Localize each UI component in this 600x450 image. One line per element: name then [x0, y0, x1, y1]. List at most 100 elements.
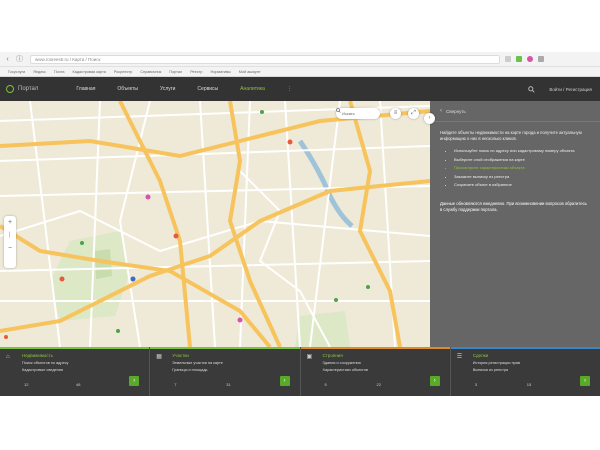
bookmark-item[interactable]: Мой аккаунт	[239, 70, 261, 74]
more-menu-icon[interactable]: ⋮	[287, 86, 292, 92]
map-marker[interactable]	[260, 110, 264, 114]
bookmark-item[interactable]: Госуслуги	[8, 70, 25, 74]
logo-text: Портал	[18, 86, 39, 92]
search-icon	[336, 108, 341, 113]
bookmark-item[interactable]: Справочник	[140, 70, 161, 74]
card-stat: 22	[376, 382, 381, 387]
map-marker[interactable]	[130, 276, 136, 282]
map-marker[interactable]	[287, 139, 293, 145]
map-marker[interactable]	[80, 241, 84, 245]
zoom-out-button[interactable]: −	[8, 242, 12, 255]
search-icon[interactable]	[528, 85, 535, 93]
logo[interactable]: Портал	[6, 85, 38, 93]
zoom-slider[interactable]: │	[8, 229, 11, 242]
browser-toolbar: ‹ ⓘ www.rosreestr.ru / Карта / Поиск	[0, 52, 600, 67]
list-item: Используйте поиск по адресу или кадастро…	[454, 148, 590, 154]
url-text: www.rosreestr.ru / Карта / Поиск	[35, 56, 101, 62]
login-link[interactable]: Войти / Регистрация	[549, 87, 592, 92]
extension-icon[interactable]	[516, 56, 522, 62]
panel-intro: Найдите объекты недвижимости на карте го…	[440, 130, 582, 141]
document-icon: ☰	[456, 354, 463, 360]
map-marker[interactable]	[145, 194, 151, 200]
card-title: Строения	[322, 353, 343, 358]
header-right: Войти / Регистрация	[528, 85, 592, 93]
map-marker[interactable]	[4, 335, 8, 339]
card-accent-bar	[450, 347, 600, 349]
layers-icon[interactable]: ≡	[390, 108, 401, 119]
info-icon[interactable]: ⓘ	[15, 55, 24, 64]
tab-home[interactable]: Главная	[76, 86, 95, 92]
list-item: Сохраните объект в избранное	[454, 182, 590, 188]
star-icon[interactable]	[505, 56, 511, 62]
map-marker[interactable]	[366, 285, 370, 289]
map-marker[interactable]	[173, 233, 179, 239]
building-icon: ▣	[306, 354, 313, 360]
chevron-right-icon[interactable]: ›	[424, 113, 435, 124]
map-marker[interactable]	[237, 317, 243, 323]
blank-top-area	[0, 0, 600, 52]
panel-footer: Данные обновляются ежедневно. При возник…	[440, 200, 587, 212]
bookmark-item[interactable]: Кадастровая карта	[73, 70, 106, 74]
panel-header-label: Свернуть	[446, 108, 466, 114]
card-open-button[interactable]: ›	[580, 376, 590, 386]
card-title: Сделки	[472, 353, 489, 358]
menu-icon[interactable]	[538, 56, 544, 62]
card-line: Здания и сооружения	[322, 361, 361, 365]
card-open-button[interactable]: ›	[279, 376, 290, 386]
card-title: Участки	[172, 353, 189, 358]
card-stat: 5	[324, 382, 327, 387]
card-line: Кадастровые сведения	[22, 368, 63, 372]
map-marker[interactable]	[59, 276, 65, 282]
card-stat: 12	[24, 382, 29, 387]
tab-objects[interactable]: Объекты	[117, 86, 138, 92]
back-icon[interactable]: ‹	[3, 55, 12, 64]
card-open-button[interactable]: ›	[429, 376, 440, 386]
card-line: Земельные участки на карте	[172, 361, 223, 365]
list-item[interactable]: Просмотрите характеристики объекта	[454, 165, 590, 171]
bottom-cards: ⌂ Недвижимость Поиск объектов по адресу …	[0, 347, 600, 396]
map-canvas[interactable]	[0, 101, 430, 347]
list-item: Выберите слой отображения на карте	[454, 157, 590, 163]
tab-tools[interactable]: Сервисы	[197, 86, 218, 92]
address-bar[interactable]: www.rosreestr.ru / Карта / Поиск	[30, 54, 500, 64]
map-marker[interactable]	[334, 298, 338, 302]
map-search-button[interactable]: Искать	[336, 108, 380, 119]
bookmark-item[interactable]: Росреестр	[114, 70, 132, 74]
app-header: Портал Главная Объекты Услуги Сервисы Ан…	[0, 77, 600, 101]
park-area	[295, 311, 350, 347]
tab-services[interactable]: Услуги	[160, 86, 175, 92]
zoom-in-button[interactable]: +	[8, 216, 12, 229]
card-stat: 15	[526, 382, 532, 387]
home-icon: ⌂	[6, 354, 10, 360]
card-line: Поиск объектов по адресу	[22, 361, 69, 365]
main-nav: Главная Объекты Услуги Сервисы Аналитика…	[76, 86, 314, 92]
card-deals[interactable]: ☰ Сделки История регистрации прав Выписк…	[450, 347, 600, 396]
fullscreen-icon[interactable]: ⤢	[408, 108, 419, 119]
zoom-control: + │ −	[4, 216, 16, 268]
card-open-button[interactable]: ›	[129, 376, 140, 386]
info-panel: ‹ Свернуть Найдите объекты недвижимости …	[430, 101, 600, 347]
map-marker[interactable]	[116, 329, 120, 333]
bookmark-item[interactable]: Яндекс	[33, 70, 46, 74]
card-stat: 7	[174, 382, 177, 387]
bookmark-item[interactable]: Нормативы	[211, 70, 231, 74]
card-line: Выписки из реестра	[472, 368, 509, 372]
panel-header[interactable]: ‹ Свернуть	[430, 101, 600, 122]
bookmark-item[interactable]: Почта	[54, 70, 65, 74]
card-buildings[interactable]: ▣ Строения Здания и сооружения Характери…	[300, 347, 451, 396]
card-accent-bar	[300, 347, 450, 349]
bookmark-item[interactable]: Портал	[169, 70, 182, 74]
card-accent-bar	[150, 347, 300, 349]
card-accent-bar	[0, 347, 150, 349]
map-search-label: Искать	[342, 111, 355, 116]
map-icon: ▦	[156, 354, 162, 360]
profile-icon[interactable]	[527, 56, 533, 62]
card-line: История регистрации прав	[472, 361, 520, 365]
bookmark-item[interactable]: Реестр	[190, 70, 202, 74]
card-stat: 3	[474, 382, 477, 387]
card-realty[interactable]: ⌂ Недвижимость Поиск объектов по адресу …	[0, 347, 151, 396]
map-view[interactable]: Искать ≡ ⤢ + │ −	[0, 101, 430, 347]
tab-analytics[interactable]: Аналитика	[240, 86, 265, 92]
card-stat: 31	[226, 382, 231, 387]
card-land[interactable]: ▦ Участки Земельные участки на карте Гра…	[150, 347, 301, 396]
